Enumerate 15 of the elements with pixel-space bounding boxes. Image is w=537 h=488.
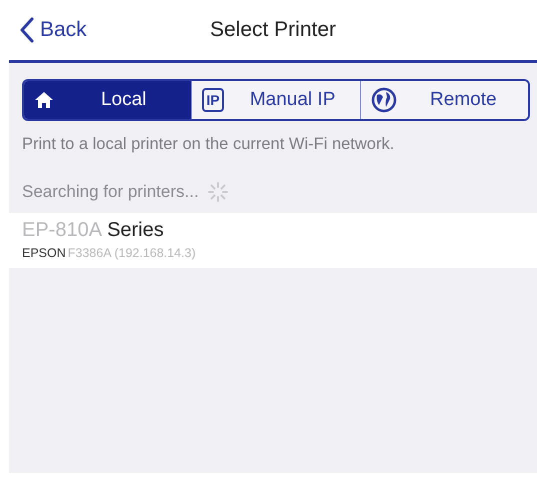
blurred-address-text: F3386A (192.168.14.3) [68,246,196,260]
description-text: Print to a local printer on the current Wi-Fi network. [22,134,396,155]
status-text: Searching for printers... [22,182,199,202]
house-icon [34,91,54,109]
ip-badge: IP [202,88,224,112]
printer-row[interactable]: EP-810A Series EPSON F3386A (192.168.14.3) [9,213,537,268]
back-button[interactable]: Back [9,17,87,43]
printer-brand: EPSON [22,246,66,260]
globe-icon [370,87,397,113]
screen-title: Select Printer [208,18,338,42]
segment-tab[interactable]: Local [24,81,192,119]
chevron-left-icon [20,17,34,43]
printer-name: Series [107,219,164,242]
segment-tab[interactable]: Remote [360,81,528,119]
blurred-model-text: EP-810A [22,219,102,242]
